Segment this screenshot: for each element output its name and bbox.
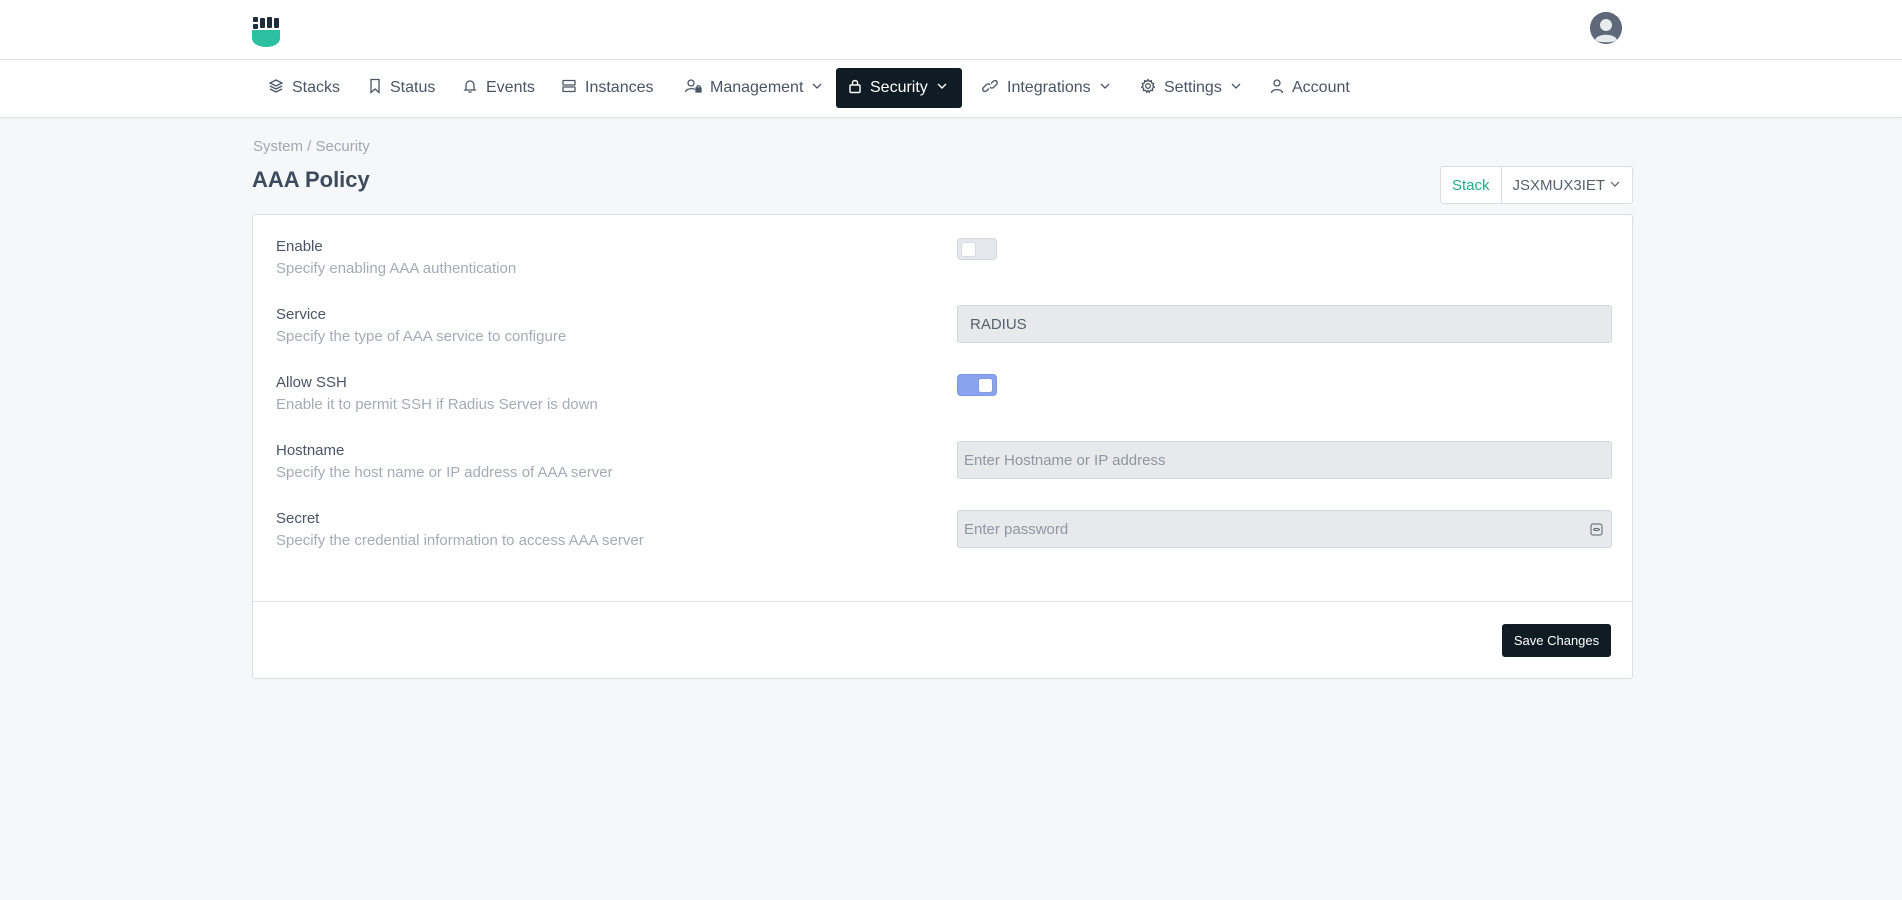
card-footer-divider [253, 601, 1632, 602]
main-navigation: Stacks Status Events Instances Managemen… [0, 60, 1902, 118]
toggle-knob [962, 243, 975, 256]
lock-icon [848, 78, 862, 99]
nav-item-label: Instances [585, 79, 654, 96]
user-avatar[interactable] [1590, 12, 1622, 44]
nav-item-stacks[interactable]: Stacks [256, 68, 352, 108]
secret-label: Secret [276, 510, 320, 527]
gear-icon [1140, 77, 1156, 99]
enable-label: Enable [276, 238, 323, 255]
layers-icon [268, 78, 284, 99]
fist-logo-icon[interactable] [251, 16, 281, 48]
nav-item-label: Account [1292, 79, 1350, 96]
hostname-input[interactable] [964, 451, 1605, 469]
nav-item-label: Management [710, 79, 804, 96]
service-description: Specify the type of AAA service to confi… [276, 328, 567, 345]
user-icon [1270, 78, 1284, 99]
nav-item-management[interactable]: Management [672, 68, 835, 108]
show-password-icon[interactable] [1590, 523, 1603, 536]
aaa-policy-card: Enable Specify enabling AAA authenticati… [252, 214, 1633, 679]
service-label: Service [276, 306, 327, 323]
stack-selector[interactable]: Stack JSXMUX3IET [1440, 166, 1633, 204]
hostname-description: Specify the host name or IP address of A… [276, 464, 613, 481]
nav-item-settings[interactable]: Settings [1128, 68, 1254, 108]
secret-description: Specify the credential information to ac… [276, 532, 644, 549]
service-value: RADIUS [970, 315, 1027, 333]
allow-ssh-toggle[interactable] [957, 374, 997, 396]
stack-value: JSXMUX3IET [1512, 176, 1606, 194]
nav-item-label: Events [486, 79, 535, 96]
chevron-down-icon [1230, 79, 1242, 97]
save-changes-button[interactable]: Save Changes [1502, 624, 1611, 657]
chevron-down-icon [936, 79, 948, 97]
hostname-field[interactable] [957, 441, 1612, 479]
nav-item-instances[interactable]: Instances [549, 68, 665, 108]
breadcrumb: System / Security [253, 138, 370, 155]
bookmark-icon [368, 78, 382, 99]
nav-item-label: Settings [1164, 79, 1222, 96]
allow-ssh-label: Allow SSH [276, 374, 347, 391]
chevron-down-icon [1609, 177, 1621, 194]
chevron-down-icon [811, 79, 823, 97]
nav-item-label: Integrations [1007, 79, 1091, 96]
page-title: AAA Policy [252, 167, 370, 192]
nav-item-security[interactable]: Security [836, 68, 962, 108]
enable-description: Specify enabling AAA authentication [276, 260, 517, 277]
allow-ssh-description: Enable it to permit SSH if Radius Server… [276, 396, 598, 413]
service-select[interactable]: RADIUS [957, 305, 1612, 343]
secret-field[interactable] [957, 510, 1612, 548]
nav-item-label: Stacks [292, 79, 341, 96]
server-icon [561, 78, 577, 99]
chevron-down-icon [1099, 79, 1111, 97]
nav-item-integrations[interactable]: Integrations [969, 68, 1123, 108]
toggle-knob [979, 379, 992, 392]
user-lock-icon [684, 78, 702, 99]
stack-label: Stack [1441, 167, 1502, 203]
secret-input[interactable] [964, 520, 1605, 538]
nav-item-status[interactable]: Status [356, 68, 447, 108]
link-icon [981, 78, 999, 99]
nav-item-account[interactable]: Account [1258, 68, 1362, 108]
nav-item-label: Status [390, 79, 436, 96]
stack-dropdown[interactable]: JSXMUX3IET [1502, 167, 1632, 203]
enable-toggle[interactable] [957, 238, 997, 260]
top-bar [0, 0, 1902, 60]
nav-item-label: Security [870, 79, 928, 96]
hostname-label: Hostname [276, 442, 345, 459]
bell-icon [462, 78, 478, 99]
nav-item-events[interactable]: Events [450, 68, 547, 108]
